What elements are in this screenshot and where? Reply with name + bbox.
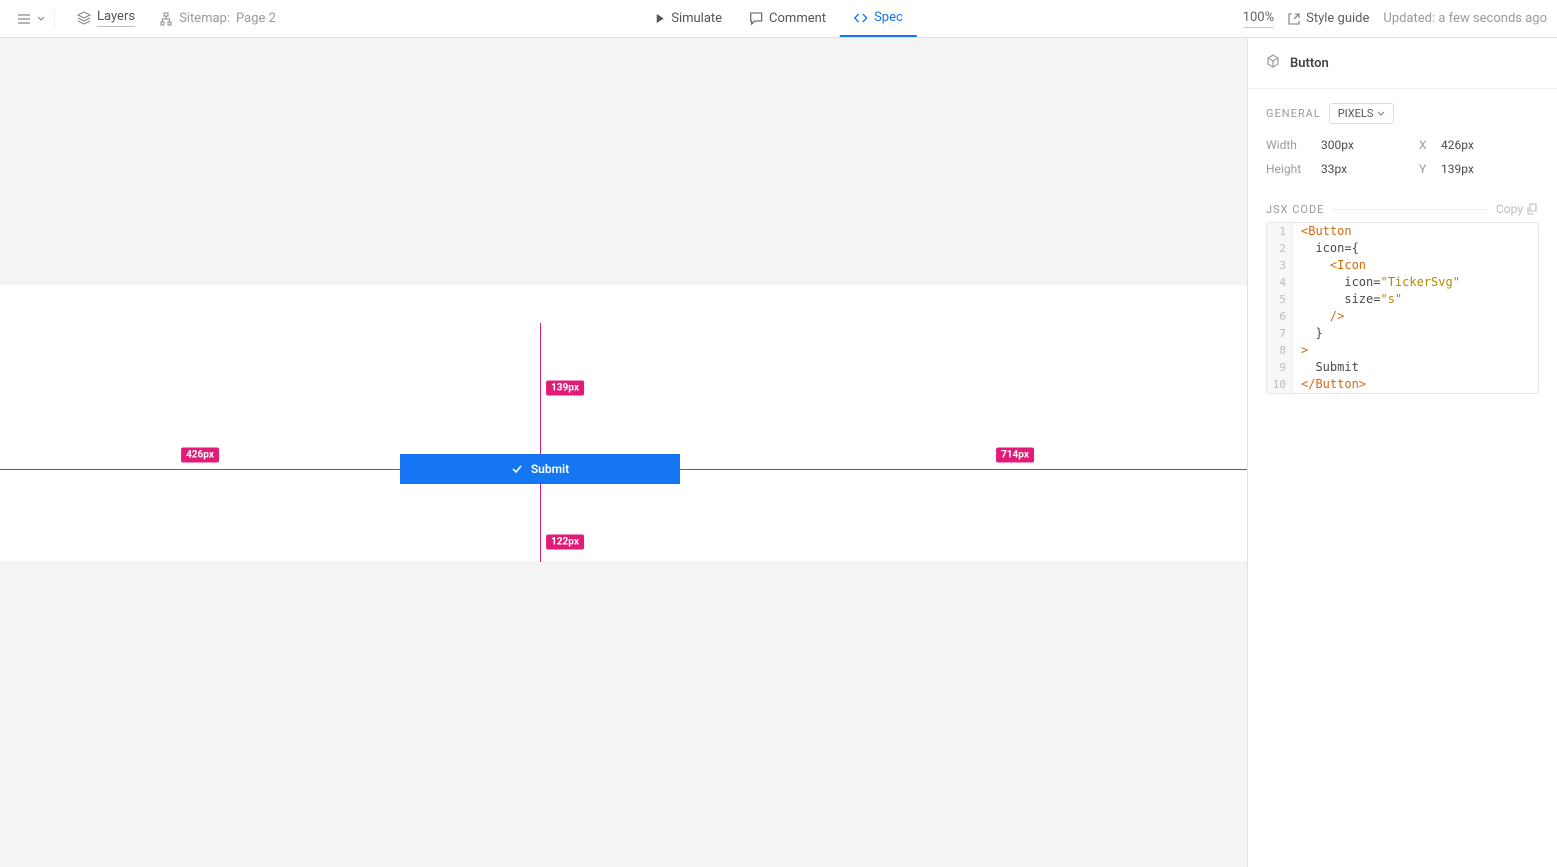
copy-code-button[interactable]: Copy: [1496, 202, 1539, 216]
code-header: JSX CODE Copy: [1248, 190, 1557, 222]
topbar: Layers Sitemap: Page 2 Simulate Comment …: [0, 0, 1557, 38]
height-value: 33px: [1321, 162, 1419, 176]
sitemap-breadcrumb[interactable]: Sitemap: Page 2: [153, 11, 282, 26]
updated-text: Updated: a few seconds ago: [1383, 11, 1547, 26]
measure-right: 714px: [996, 448, 1034, 463]
sitemap-icon: [159, 12, 173, 26]
y-value: 139px: [1441, 162, 1539, 176]
canvas[interactable]: 426px 139px 714px 122px Submit: [0, 38, 1247, 867]
general-section: GENERAL PIXELS Width 300px X 426px Heigh…: [1248, 89, 1557, 190]
sitemap-label: Sitemap:: [179, 11, 230, 26]
tab-simulate[interactable]: Simulate: [640, 0, 736, 37]
guide-horizontal: [0, 469, 400, 470]
comment-icon: [750, 12, 763, 25]
main-menu-button[interactable]: [10, 10, 55, 28]
play-icon: [654, 13, 665, 24]
code-box[interactable]: 1<Button 2 icon={ 3 <Icon 4 icon="Ticker…: [1266, 222, 1539, 394]
tab-spec[interactable]: Spec: [840, 0, 917, 37]
tab-comment[interactable]: Comment: [736, 0, 840, 37]
chevron-down-icon: [1377, 110, 1385, 118]
topbar-tabs: Simulate Comment Spec: [640, 0, 917, 37]
measure-left: 426px: [181, 448, 219, 463]
copy-icon: [1527, 203, 1539, 215]
submit-button-label: Submit: [531, 462, 569, 476]
chevron-down-icon: [36, 14, 46, 24]
external-icon: [1288, 13, 1300, 25]
width-value: 300px: [1321, 138, 1419, 152]
layers-icon: [77, 11, 91, 25]
x-value: 426px: [1441, 138, 1539, 152]
code-icon: [854, 12, 868, 24]
measure-top: 139px: [546, 381, 584, 396]
menu-icon: [18, 14, 32, 24]
sitemap-page: Page 2: [236, 11, 276, 26]
unit-select[interactable]: PIXELS: [1329, 103, 1395, 124]
sidebar-header: Button: [1248, 38, 1557, 89]
zoom-level[interactable]: 100%: [1243, 10, 1274, 28]
check-icon: [511, 463, 523, 475]
general-label: GENERAL: [1266, 107, 1321, 120]
artboard: [0, 285, 1247, 561]
dimensions-grid: Width 300px X 426px Height 33px Y 139px: [1266, 138, 1539, 176]
guide-horizontal: [680, 469, 1247, 470]
element-name: Button: [1290, 56, 1329, 71]
element-type-icon: [1266, 54, 1280, 72]
guide-vertical: [540, 484, 541, 562]
spec-sidebar: Button GENERAL PIXELS Width 300px X 426p…: [1247, 38, 1557, 867]
topbar-left: Layers Sitemap: Page 2: [10, 10, 282, 28]
guide-vertical: [540, 323, 541, 454]
measure-bottom: 122px: [546, 535, 584, 550]
layers-label: Layers: [97, 10, 135, 26]
submit-button[interactable]: Submit: [400, 454, 680, 484]
layers-toggle[interactable]: Layers: [67, 10, 145, 26]
styleguide-link[interactable]: Style guide: [1288, 11, 1369, 26]
topbar-right: 100% Style guide Updated: a few seconds …: [1243, 10, 1547, 28]
